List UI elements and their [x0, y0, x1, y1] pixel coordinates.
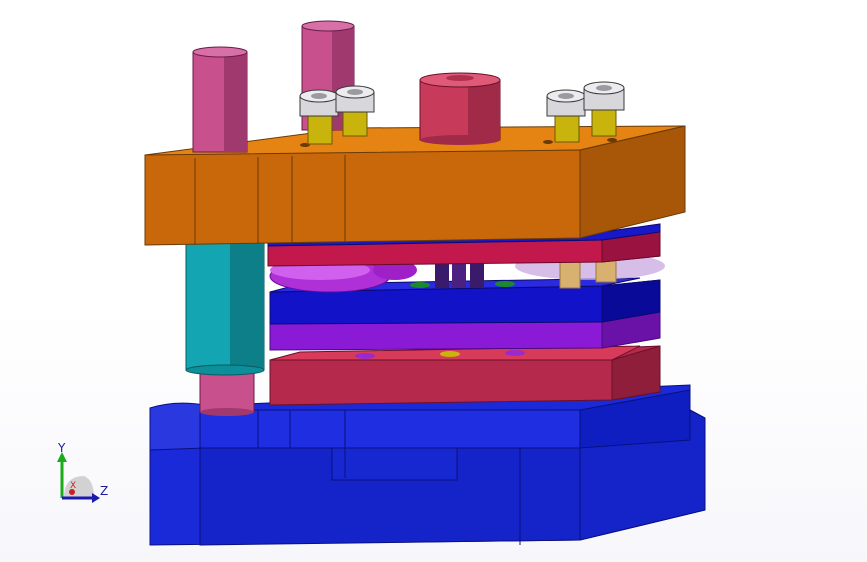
left-guide-post — [185, 239, 265, 416]
triad-z-label: Z — [100, 484, 109, 498]
lower-pink-plate — [269, 345, 661, 406]
cad-viewport[interactable]: Y Z X — [0, 0, 867, 562]
die-shank — [419, 72, 501, 145]
die-assembly-model[interactable] — [0, 0, 867, 562]
triad-x-label: X — [70, 481, 77, 491]
triad-y-label: Y — [58, 441, 66, 455]
